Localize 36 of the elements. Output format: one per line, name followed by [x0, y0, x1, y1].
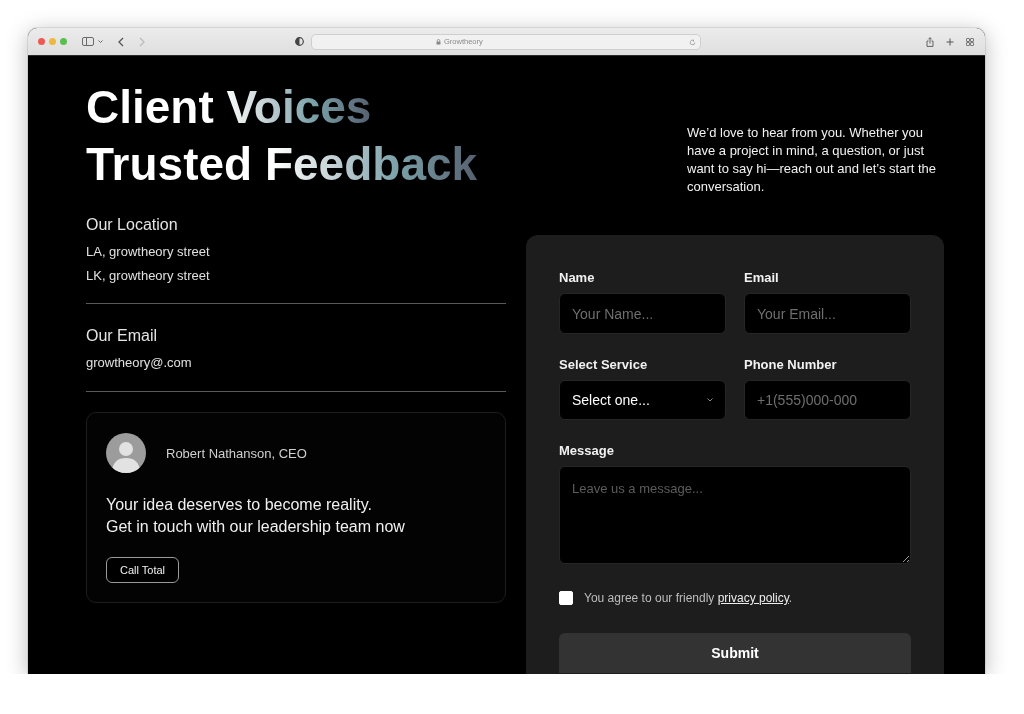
field-label: Phone Number	[744, 357, 838, 373]
back-icon[interactable]	[118, 36, 124, 47]
input-field[interactable]: +1(555)000-000	[744, 380, 911, 420]
field-label: Email	[744, 270, 780, 286]
consent-text: You agree to our friendly privacy policy.	[584, 591, 793, 605]
tab-grid-icon[interactable]	[966, 37, 974, 46]
chevron-down-icon	[707, 398, 713, 402]
close-icon[interactable]	[38, 38, 45, 45]
info-heading: Our Email	[86, 326, 159, 346]
field-label: Name	[559, 270, 596, 286]
lock-icon	[436, 38, 441, 45]
info-line: growtheory@.com	[86, 354, 193, 372]
privacy-policy-link[interactable]: privacy policy	[717, 591, 789, 605]
person-name: Robert Nathanson, CEO	[166, 445, 307, 461]
message-field[interactable]: Leave us a message...	[559, 466, 911, 564]
share-icon[interactable]	[926, 36, 934, 47]
chevron-down-icon[interactable]	[98, 40, 103, 43]
info-line: LK, growtheory street	[86, 267, 211, 285]
call-button[interactable]: Call Total	[106, 557, 180, 583]
zoom-icon[interactable]	[60, 38, 67, 45]
submit-button[interactable]: Submit	[559, 633, 911, 673]
reload-icon[interactable]	[689, 38, 696, 46]
consent-checkbox[interactable]	[559, 591, 573, 605]
input-field[interactable]: Your Email...	[744, 293, 911, 334]
half-circle-icon[interactable]	[295, 37, 304, 46]
service-select[interactable]: Select one...	[559, 380, 726, 420]
plus-icon[interactable]	[946, 37, 954, 46]
input-field[interactable]: Your Name...	[559, 293, 726, 334]
field-label: Select Service	[559, 357, 649, 373]
avatar-icon	[106, 433, 146, 473]
sidebar-icon[interactable]	[82, 37, 94, 46]
info-line: LA, growtheory street	[86, 243, 211, 261]
info-heading: Our Location	[86, 215, 179, 235]
intro-text: We’d love to hear from you. Whether you have a project in mind, a question, or just want to say hi—reach out and let’s start the conversation.	[687, 124, 938, 196]
field-label: Message	[559, 443, 615, 459]
card-message: Your idea deserves to become reality. Get in touch with our leadership team now	[106, 495, 406, 537]
